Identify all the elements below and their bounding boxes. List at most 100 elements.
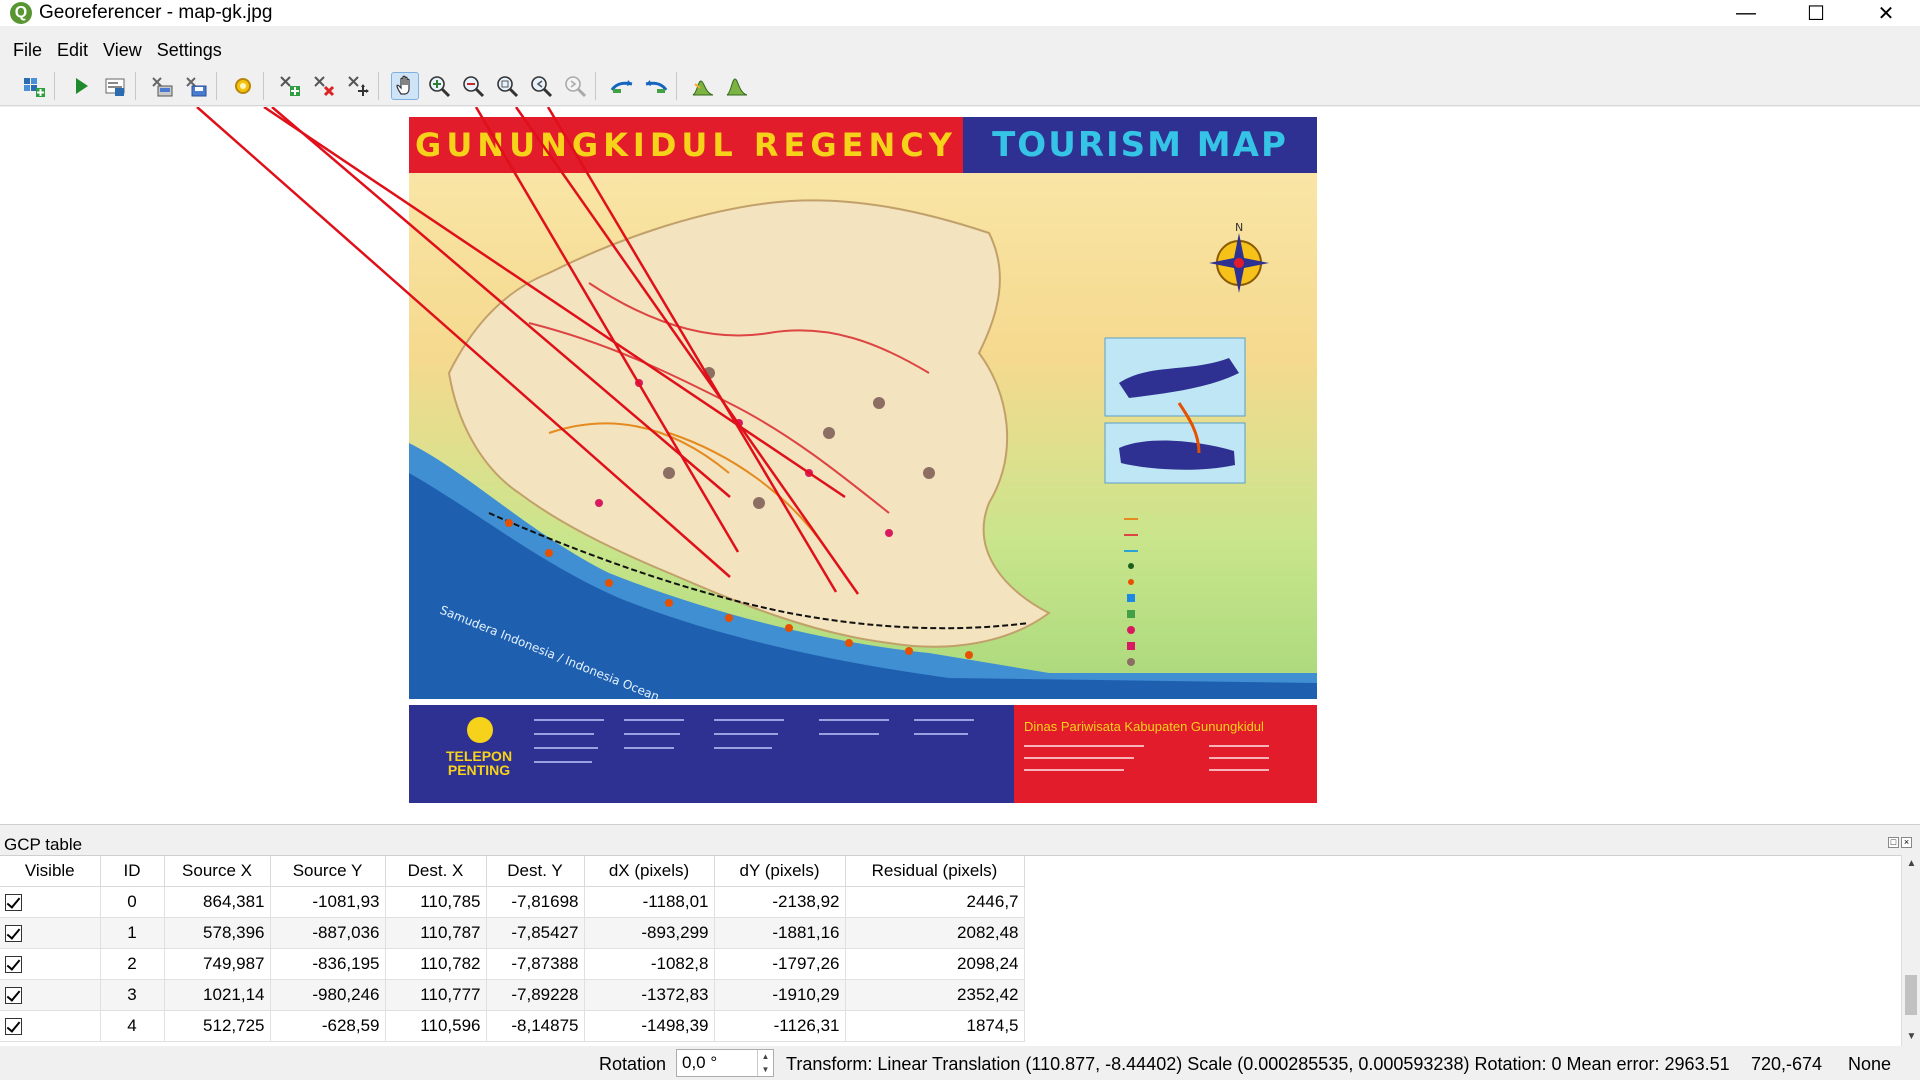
generate-gdal-script-icon[interactable]	[101, 72, 129, 100]
cell-dest-x[interactable]: 110,787	[385, 917, 487, 949]
maximize-icon[interactable]: ☐	[1788, 0, 1844, 26]
table-row[interactable]: 3 1021,14 -980,246 110,777 -7,89228 -137…	[0, 979, 1025, 1011]
zoom-out-icon[interactable]	[459, 72, 487, 100]
table-row[interactable]: 4 512,725 -628,59 110,596 -8,14875 -1498…	[0, 1010, 1025, 1042]
col-dx[interactable]: dX (pixels)	[584, 856, 715, 887]
move-gcp-point-icon[interactable]	[344, 72, 372, 100]
cell-dest-x[interactable]: 110,785	[385, 886, 487, 918]
zoom-in-icon[interactable]	[425, 72, 453, 100]
table-row[interactable]: 2 749,987 -836,195 110,782 -7,87388 -108…	[0, 948, 1025, 980]
open-raster-icon[interactable]	[20, 72, 48, 100]
coordinate-readout: 720,-674	[1751, 1054, 1823, 1074]
gcp-table: Visible ID Source X Source Y Dest. X Des…	[0, 855, 1920, 1046]
local-histogram-stretch-icon[interactable]	[723, 72, 751, 100]
float-panel-icon[interactable]: □	[1888, 837, 1899, 848]
cell-dy: -1797,26	[714, 948, 846, 980]
link-qgis-to-georef-icon[interactable]	[642, 72, 670, 100]
cell-residual: 2082,48	[845, 917, 1025, 949]
minimize-icon[interactable]: —	[1718, 0, 1774, 26]
menu-file[interactable]: File	[13, 40, 42, 61]
cell-dest-y[interactable]: -7,85427	[486, 917, 585, 949]
pan-icon[interactable]	[391, 71, 419, 100]
table-row[interactable]: 1 578,396 -887,036 110,787 -7,85427 -893…	[0, 917, 1025, 949]
scroll-down-icon[interactable]: ▼	[1902, 1028, 1920, 1046]
cell-dest-y[interactable]: -7,89228	[486, 979, 585, 1011]
col-dest-x[interactable]: Dest. X	[385, 856, 487, 887]
scroll-up-icon[interactable]: ▲	[1902, 855, 1920, 873]
rotation-input[interactable]: 0,0 ° ▲ ▼	[676, 1049, 774, 1077]
zoom-last-icon[interactable]	[527, 72, 555, 100]
menu-edit[interactable]: Edit	[57, 40, 88, 61]
gcp-residual-line	[546, 107, 838, 593]
cell-source-x[interactable]: 512,725	[164, 1010, 271, 1042]
full-histogram-stretch-icon[interactable]	[689, 72, 717, 100]
title-bar: Q Georeferencer - map-gk.jpg — ☐ ✕	[0, 0, 1920, 26]
col-visible[interactable]: Visible	[0, 856, 101, 887]
cell-source-y[interactable]: -980,246	[270, 979, 386, 1011]
cell-id: 0	[100, 886, 165, 918]
menu-settings[interactable]: Settings	[157, 40, 222, 61]
col-source-x[interactable]: Source X	[164, 856, 271, 887]
visible-checkbox[interactable]	[5, 955, 22, 973]
add-point-icon[interactable]	[276, 72, 304, 100]
cell-dest-x[interactable]: 110,596	[385, 1010, 487, 1042]
transformation-settings-icon[interactable]	[229, 72, 257, 100]
cell-dy: -2138,92	[714, 886, 846, 918]
cell-source-x[interactable]: 864,381	[164, 886, 271, 918]
visible-checkbox[interactable]	[5, 893, 22, 911]
cell-dest-x[interactable]: 110,777	[385, 979, 487, 1011]
cell-id: 1	[100, 917, 165, 949]
gcp-residual-lines	[196, 107, 860, 595]
close-icon[interactable]: ✕	[1858, 0, 1914, 26]
cell-dest-x[interactable]: 110,782	[385, 948, 487, 980]
cell-dx: -1498,39	[584, 1010, 715, 1042]
gcp-table-title: GCP table	[4, 835, 83, 854]
cell-source-x[interactable]: 749,987	[164, 948, 271, 980]
table-row[interactable]: 0 864,381 -1081,93 110,785 -7,81698 -118…	[0, 886, 1025, 918]
rotation-spinner[interactable]: ▲ ▼	[757, 1050, 773, 1076]
cell-source-y[interactable]: -887,036	[270, 917, 386, 949]
col-dest-y[interactable]: Dest. Y	[486, 856, 585, 887]
cell-source-x[interactable]: 578,396	[164, 917, 271, 949]
cell-dx: -1188,01	[584, 886, 715, 918]
col-id[interactable]: ID	[100, 856, 165, 887]
delete-point-icon[interactable]	[310, 72, 338, 100]
menu-view[interactable]: View	[103, 40, 142, 61]
table-scrollbar[interactable]: ▲ ▼	[1901, 855, 1920, 1046]
load-gcp-points-icon[interactable]	[148, 72, 176, 100]
cell-dx: -893,299	[584, 917, 715, 949]
cell-residual: 2446,7	[845, 886, 1025, 918]
cell-dx: -1372,83	[584, 979, 715, 1011]
cell-residual: 1874,5	[845, 1010, 1025, 1042]
link-georef-to-qgis-icon[interactable]	[608, 72, 636, 100]
save-gcp-points-icon[interactable]	[182, 72, 210, 100]
visible-checkbox[interactable]	[5, 924, 22, 942]
status-bar: Rotation 0,0 ° ▲ ▼ Transform: Linear Tran…	[0, 1046, 1920, 1080]
cell-dest-y[interactable]: -7,87388	[486, 948, 585, 980]
cell-source-y[interactable]: -628,59	[270, 1010, 386, 1042]
cell-source-x[interactable]: 1021,14	[164, 979, 271, 1011]
cell-id: 4	[100, 1010, 165, 1042]
crs-label[interactable]: None	[1848, 1054, 1891, 1075]
col-residual[interactable]: Residual (pixels)	[845, 856, 1025, 887]
col-source-y[interactable]: Source Y	[270, 856, 386, 887]
cell-dest-y[interactable]: -7,81698	[486, 886, 585, 918]
zoom-next-icon[interactable]	[561, 72, 589, 100]
map-canvas[interactable]: GUNUNGKIDUL REGENCY TOURISM MAP Samudera…	[0, 107, 1920, 825]
cell-source-y[interactable]: -836,195	[270, 948, 386, 980]
cell-id: 2	[100, 948, 165, 980]
rotation-value: 0,0 °	[682, 1053, 718, 1072]
start-georeferencing-icon[interactable]	[67, 72, 95, 100]
gcp-table-panel: GCP table □ × Visible ID Source X Source…	[0, 831, 1920, 1046]
cell-dy: -1881,16	[714, 917, 846, 949]
scroll-thumb[interactable]	[1905, 975, 1917, 1015]
cell-dx: -1082,8	[584, 948, 715, 980]
cell-source-y[interactable]: -1081,93	[270, 886, 386, 918]
visible-checkbox[interactable]	[5, 1017, 22, 1035]
cell-id: 3	[100, 979, 165, 1011]
col-dy[interactable]: dY (pixels)	[714, 856, 846, 887]
zoom-to-layer-icon[interactable]	[493, 72, 521, 100]
visible-checkbox[interactable]	[5, 986, 22, 1004]
close-panel-icon[interactable]: ×	[1901, 837, 1912, 848]
cell-dest-y[interactable]: -8,14875	[486, 1010, 585, 1042]
